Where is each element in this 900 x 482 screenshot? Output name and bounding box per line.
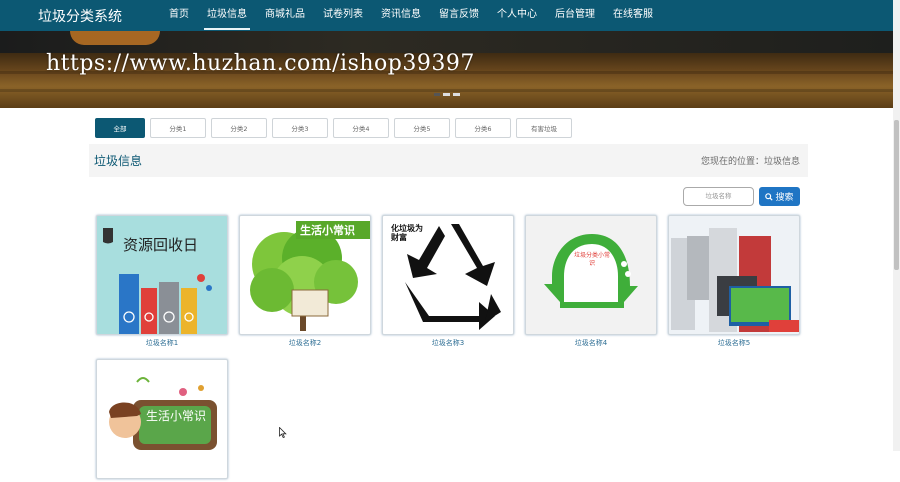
garbage-card[interactable]: 生活小常识 垃圾名称2 — [239, 215, 371, 348]
carousel-dot[interactable] — [443, 93, 450, 96]
nav-item-exam-list[interactable]: 试卷列表 — [314, 0, 372, 31]
nav-item-garbage-info[interactable]: 垃圾信息 — [198, 0, 256, 31]
card-image-text: 资源回收日 — [123, 236, 199, 254]
nav-item-online-service[interactable]: 在线客服 — [604, 0, 662, 31]
mouse-cursor-icon — [279, 427, 287, 438]
card-label[interactable]: 垃圾名称3 — [382, 338, 514, 348]
card-label[interactable]: 垃圾名称2 — [239, 338, 371, 348]
card-label[interactable]: 垃圾名称1 — [96, 338, 228, 348]
banner-stripe — [0, 89, 893, 92]
tab-category-4[interactable]: 分类4 — [333, 118, 389, 138]
card-image: 生活小常识 — [96, 359, 228, 479]
breadcrumb: 您现在的位置：垃圾信息 — [700, 157, 800, 167]
search-input[interactable]: 垃圾名称 — [683, 187, 754, 206]
card-image-text: 化垃圾为财富 — [391, 224, 423, 242]
card-image-text: 生活小常识 — [145, 409, 206, 423]
carousel-dot[interactable] — [434, 93, 440, 96]
card-label[interactable]: 垃圾名称5 — [668, 338, 800, 348]
category-tabs: 全部 分类1 分类2 分类3 分类4 分类5 分类6 有害垃圾 — [95, 118, 572, 138]
card-image: 化垃圾为财富 — [382, 215, 514, 335]
carousel-indicators — [434, 93, 460, 96]
tab-category-3[interactable]: 分类3 — [272, 118, 328, 138]
search-button-label: 搜索 — [775, 193, 794, 203]
tab-category-5[interactable]: 分类5 — [394, 118, 450, 138]
tab-category-6[interactable]: 分类6 — [455, 118, 511, 138]
banner-glow — [70, 31, 160, 45]
card-image-text: 垃圾分类小常识 — [573, 252, 610, 267]
card-image: 生活小常识 — [239, 215, 371, 335]
page-scrollbar[interactable] — [893, 0, 900, 451]
nav-item-home[interactable]: 首页 — [160, 0, 198, 31]
section-title: 垃圾信息 — [94, 154, 143, 168]
carousel-dot[interactable] — [453, 93, 460, 96]
card-label[interactable]: 垃圾名称4 — [525, 338, 657, 348]
tab-category-1[interactable]: 分类1 — [150, 118, 206, 138]
site-brand[interactable]: 垃圾分类系统 — [38, 6, 158, 26]
top-navbar: 垃圾分类系统 首页 垃圾信息 商城礼品 试卷列表 资讯信息 留言反馈 个人中心 … — [0, 0, 893, 31]
card-image — [668, 215, 800, 335]
nav-item-admin[interactable]: 后台管理 — [546, 0, 604, 31]
tab-all[interactable]: 全部 — [95, 118, 145, 138]
banner-carousel[interactable]: https://www.huzhan.com/ishop39397 — [0, 31, 893, 108]
tab-hazardous[interactable]: 有害垃圾 — [516, 118, 572, 138]
nav-item-feedback[interactable]: 留言反馈 — [430, 0, 488, 31]
banner-watermark: https://www.huzhan.com/ishop39397 — [46, 51, 475, 76]
garbage-card[interactable]: 垃圾分类小常识 垃圾名称4 — [525, 215, 657, 348]
nav-menu: 首页 垃圾信息 商城礼品 试卷列表 资讯信息 留言反馈 个人中心 后台管理 在线… — [160, 0, 662, 31]
nav-item-gift-shop[interactable]: 商城礼品 — [256, 0, 314, 31]
search-icon — [765, 192, 774, 201]
garbage-card[interactable]: 生活小常识 — [96, 359, 228, 482]
card-image: 垃圾分类小常识 — [525, 215, 657, 335]
card-image-text: 生活小常识 — [300, 224, 355, 237]
garbage-card[interactable]: 化垃圾为财富 垃圾名称3 — [382, 215, 514, 348]
section-header: 垃圾信息 您现在的位置：垃圾信息 — [89, 144, 808, 177]
card-image: 资源回收日 — [96, 215, 228, 335]
garbage-card[interactable]: 垃圾名称5 — [668, 215, 800, 348]
nav-item-news[interactable]: 资讯信息 — [372, 0, 430, 31]
search-button[interactable]: 搜索 — [759, 187, 800, 206]
garbage-card[interactable]: 资源回收日 垃圾名称1 — [96, 215, 228, 348]
nav-item-user-center[interactable]: 个人中心 — [488, 0, 546, 31]
tab-category-2[interactable]: 分类2 — [211, 118, 267, 138]
scrollbar-thumb[interactable] — [894, 120, 899, 270]
